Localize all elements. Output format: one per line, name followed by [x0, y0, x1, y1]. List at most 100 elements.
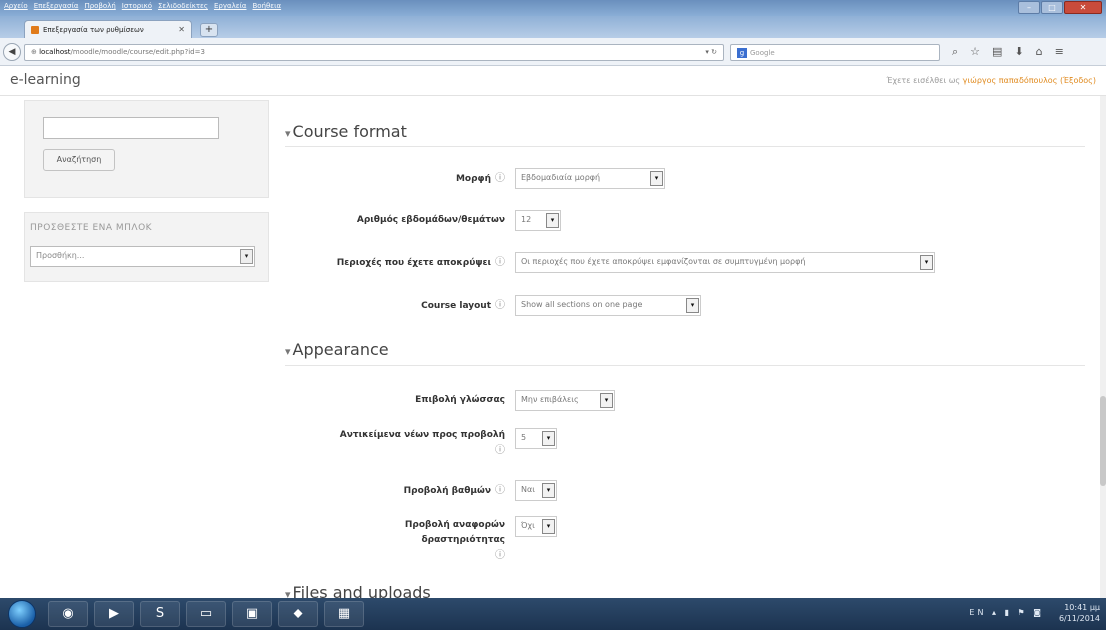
field-label-format: Μορφή ⓘ — [300, 171, 505, 187]
field-label-text: Αριθμός εβδομάδων/θεμάτων — [356, 215, 505, 225]
field-label-text: Αντικείμενα νέων προς προβολή — [339, 430, 505, 440]
chevron-down-icon[interactable]: ▾ — [920, 255, 933, 270]
menu-icon[interactable]: ≡ — [1055, 45, 1064, 59]
field-label-num-sections: Αριθμός εβδομάδων/θεμάτων — [300, 213, 505, 228]
field-label-show-grades: Προβολή βαθμών ⓘ — [300, 483, 505, 499]
section-title: Appearance — [292, 340, 389, 359]
section-appearance[interactable]: ▾ Appearance — [285, 340, 389, 359]
chevron-down-icon[interactable]: ▾ — [600, 393, 613, 408]
search-input[interactable] — [43, 117, 219, 139]
field-label-activity-reports: Προβολή αναφορών δραστηριότητας ⓘ — [330, 518, 505, 564]
reload-icon[interactable]: ▾ ↻ — [705, 48, 717, 56]
search-bar[interactable]: g Google — [730, 44, 940, 61]
field-label-course-layout: Course layout ⓘ — [300, 298, 505, 314]
help-icon[interactable]: ⓘ — [495, 485, 505, 496]
bookmark-star-icon[interactable]: ☆ — [970, 45, 980, 59]
start-button[interactable] — [8, 600, 36, 628]
section-title: Course format — [292, 122, 407, 141]
menu-history[interactable]: Ιστορικό — [122, 2, 152, 14]
help-icon[interactable]: ⓘ — [495, 550, 505, 561]
news-items-select[interactable]: 5 ▾ — [515, 428, 557, 449]
back-button[interactable]: ◀ — [3, 43, 21, 61]
tab-strip: Επεξεργασία των ρυθμίσεων ✕ + — [0, 16, 1106, 38]
activity-reports-select[interactable]: Όχι ▾ — [515, 516, 557, 537]
toolbar-icons: ⌕ ☆ ▤ ⬇ ⌂ ≡ — [952, 45, 1064, 59]
window-titlebar: Αρχείο Επεξεργασία Προβολή Ιστορικό Σελι… — [0, 0, 1106, 16]
media-player-icon[interactable]: ▶ — [94, 601, 134, 627]
file-explorer-icon[interactable]: ▭ — [186, 601, 226, 627]
course-layout-select[interactable]: Show all sections on one page ▾ — [515, 295, 701, 316]
system-tray-icons: EN ▴ ▮ ⚑ ◙ — [969, 608, 1044, 617]
num-sections-value: 12 — [521, 215, 532, 224]
tab-title: Επεξεργασία των ρυθμίσεων — [43, 25, 144, 34]
home-icon[interactable]: ⌂ — [1036, 45, 1043, 59]
bookmarks-menu-icon[interactable]: ▤ — [992, 45, 1002, 59]
field-label-text: Επιβολή γλώσσας — [415, 395, 505, 405]
section-divider — [285, 365, 1085, 366]
chevron-down-icon[interactable]: ▾ — [686, 298, 699, 313]
search-placeholder: Google — [750, 49, 775, 57]
menu-tools[interactable]: Εργαλεία — [214, 2, 247, 14]
menu-file[interactable]: Αρχείο — [4, 2, 28, 14]
format-select[interactable]: Εβδομαδιαία μορφή ▾ — [515, 168, 665, 189]
section-divider — [285, 146, 1085, 147]
close-window-button[interactable]: ✕ — [1064, 1, 1102, 14]
address-bar[interactable]: ⊕ localhost/moodle/moodle/course/edit.ph… — [24, 44, 724, 61]
section-course-format[interactable]: ▾ Course format — [285, 122, 407, 141]
add-block-select[interactable]: Προσθήκη... ▾ — [30, 246, 255, 267]
chevron-down-icon[interactable]: ▾ — [542, 519, 555, 534]
firefox-icon[interactable]: ◉ — [48, 601, 88, 627]
scrollbar-thumb[interactable] — [1100, 396, 1106, 486]
show-grades-select[interactable]: Ναι ▾ — [515, 480, 557, 501]
download-icon[interactable]: ⬇ — [1014, 45, 1023, 59]
show-grades-value: Ναι — [521, 485, 535, 494]
login-prefix: Έχετε εισέλθει ως — [886, 76, 961, 85]
clock-date: 6/11/2014 — [1058, 614, 1100, 623]
num-sections-select[interactable]: 12 ▾ — [515, 210, 561, 231]
pdf-reader-icon[interactable]: ⬥ — [278, 601, 318, 627]
force-language-select[interactable]: Μην επιβάλεις ▾ — [515, 390, 615, 411]
clock[interactable]: 10:41 μμ 6/11/2014 — [1059, 602, 1100, 624]
field-label-news-items: Αντικείμενα νέων προς προβολή ⓘ — [290, 428, 505, 459]
chevron-down-icon[interactable]: ▾ — [546, 213, 559, 228]
logout-link[interactable]: (Έξοδος) — [1060, 76, 1096, 85]
force-language-value: Μην επιβάλεις — [521, 395, 579, 404]
news-items-value: 5 — [521, 433, 527, 442]
site-name[interactable]: e-learning — [10, 72, 81, 88]
menu-help[interactable]: Βοήθεια — [253, 2, 282, 14]
new-tab-button[interactable]: + — [200, 23, 218, 37]
chevron-down-icon[interactable]: ▾ — [240, 249, 253, 264]
navigation-bar: ◀ ⊕ localhost/moodle/moodle/course/edit.… — [0, 38, 1106, 66]
menu-bookmarks[interactable]: Σελιδοδείκτες — [158, 2, 208, 14]
help-icon[interactable]: ⓘ — [495, 257, 505, 268]
help-icon[interactable]: ⓘ — [495, 445, 505, 456]
globe-icon: ⊕ — [31, 48, 40, 56]
field-label-force-language: Επιβολή γλώσσας — [300, 393, 505, 408]
menu-view[interactable]: Προβολή — [84, 2, 115, 14]
search-button[interactable]: Αναζήτηση — [43, 149, 115, 171]
maximize-button[interactable]: □ — [1041, 1, 1063, 14]
field-label-text: Προβολή αναφορών δραστηριότητας — [404, 520, 505, 545]
chevron-down-icon[interactable]: ▾ — [542, 431, 555, 446]
format-select-value: Εβδομαδιαία μορφή — [521, 173, 601, 182]
office-icon[interactable]: ▣ — [232, 601, 272, 627]
user-link[interactable]: γιώργος παπαδόπουλος — [963, 76, 1058, 85]
help-icon[interactable]: ⓘ — [495, 173, 505, 184]
paint-icon[interactable]: ▦ — [324, 601, 364, 627]
skype-icon[interactable]: S — [140, 601, 180, 627]
tray-lang[interactable]: EN — [969, 608, 986, 617]
chevron-down-icon[interactable]: ▾ — [650, 171, 663, 186]
menu-edit[interactable]: Επεξεργασία — [34, 2, 79, 14]
browser-tab[interactable]: Επεξεργασία των ρυθμίσεων ✕ — [24, 20, 192, 38]
minimize-button[interactable]: – — [1018, 1, 1040, 14]
help-icon[interactable]: ⓘ — [495, 300, 505, 311]
collapse-icon: ▾ — [285, 127, 291, 140]
menu-bar: Αρχείο Επεξεργασία Προβολή Ιστορικό Σελι… — [4, 2, 281, 14]
search-icon[interactable]: ⌕ — [952, 45, 958, 59]
field-label-hidden-sections: Περιοχές που έχετε αποκρύψει ⓘ — [270, 255, 505, 271]
course-layout-value: Show all sections on one page — [521, 300, 643, 309]
page-scrollbar[interactable] — [1100, 96, 1106, 612]
chevron-down-icon[interactable]: ▾ — [542, 483, 555, 498]
hidden-sections-select[interactable]: Οι περιοχές που έχετε αποκρύψει εμφανίζο… — [515, 252, 935, 273]
close-tab-icon[interactable]: ✕ — [178, 25, 185, 34]
